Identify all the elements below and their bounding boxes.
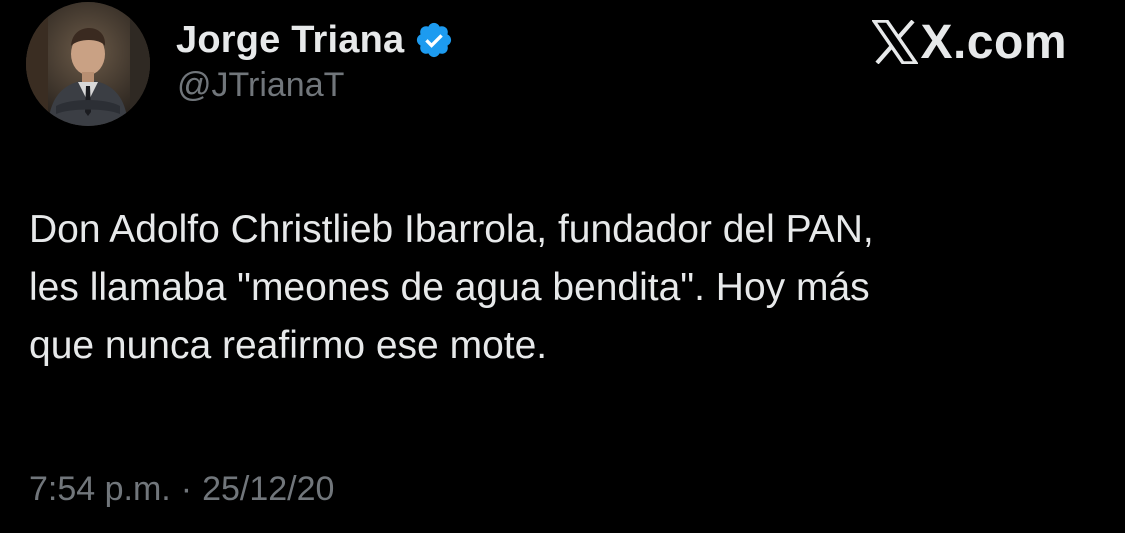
author-row: Jorge Triana xyxy=(176,14,454,66)
tweet-time[interactable]: 7:54 p.m. xyxy=(29,470,171,508)
author-display-name[interactable]: Jorge Triana xyxy=(176,19,404,62)
tweet-text: Don Adolfo Christlieb Ibarrola, fundador… xyxy=(29,208,874,367)
tweet-card: Jorge Triana @JTrianaT X.com Don Adolfo … xyxy=(0,0,1125,533)
brand-logo: X.com xyxy=(871,14,1067,70)
tweet-date[interactable]: 25/12/20 xyxy=(202,470,334,508)
profile-photo-icon xyxy=(26,2,150,126)
tweet-meta: 7:54 p.m. · 25/12/20 xyxy=(29,470,334,509)
brand-text: X.com xyxy=(920,15,1067,69)
meta-separator: · xyxy=(180,470,193,508)
x-logo-icon xyxy=(871,19,920,65)
verified-badge-icon xyxy=(414,20,454,60)
avatar[interactable] xyxy=(26,2,150,126)
author-handle[interactable]: @JTrianaT xyxy=(177,66,344,105)
